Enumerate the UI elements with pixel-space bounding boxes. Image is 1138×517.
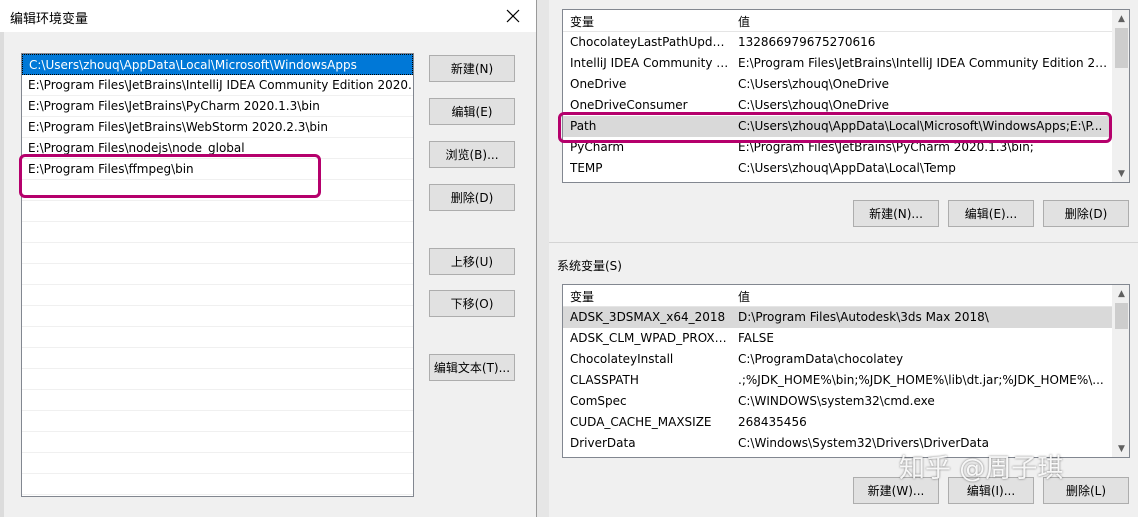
empty-path-row[interactable] [22,264,413,285]
var-name: DriverData [570,436,636,450]
table-row[interactable]: ChocolateyLastPathUpdate 1328669796752706… [563,32,1129,53]
table-row[interactable]: ChocolateyInstall C:\ProgramData\chocolat… [563,349,1129,370]
scroll-thumb[interactable] [1115,28,1128,68]
edit-path-button[interactable]: 编辑(E) [429,98,515,125]
environment-variables-panel: 变量 值 ChocolateyLastPathUpdate 13286697967… [537,0,1138,517]
table-row[interactable]: IntelliJ IDEA Community E... E:\Program F… [563,53,1129,74]
table-row-selected[interactable]: ADSK_3DSMAX_x64_2018 D:\Program Files\Aut… [563,307,1129,328]
browse-button[interactable]: 浏览(B)... [429,141,515,168]
empty-path-row[interactable] [22,432,413,453]
var-name: CLASSPATH [570,373,639,387]
delete-path-button[interactable]: 删除(D) [429,184,515,211]
dialog-title: 编辑环境变量 [10,12,89,27]
table-row-selected[interactable]: Path C:\Users\zhouq\AppData\Local\Microso… [563,116,1129,137]
system-vars-scrollbar[interactable]: ▲ ▼ [1112,285,1129,457]
path-item[interactable]: E:\Program Files\JetBrains\PyCharm 2020.… [22,96,413,117]
path-item[interactable]: E:\Program Files\JetBrains\IntelliJ IDEA… [22,75,413,96]
new-path-button[interactable]: 新建(N) [429,55,515,82]
var-value: .;%JDK_HOME%\bin;%JDK_HOME%\lib\dt.jar;%… [738,373,1104,387]
path-list[interactable]: C:\Users\zhouq\AppData\Local\Microsoft\W… [21,53,414,497]
scroll-down-icon[interactable]: ▼ [1113,165,1129,182]
col-header-name[interactable]: 变量 [570,13,594,30]
var-name: IntelliJ IDEA Community E... [570,56,730,70]
table-row[interactable]: OneDrive C:\Users\zhouq\OneDrive [563,74,1129,95]
path-item[interactable]: E:\Program Files\ffmpeg\bin [22,159,413,180]
col-header-name[interactable]: 变量 [570,288,594,305]
empty-path-row[interactable] [22,201,413,222]
var-name: OneDrive [570,77,627,91]
var-name: PyCharm [570,140,625,154]
table-row[interactable]: CUDA_CACHE_MAXSIZE 268435456 [563,412,1129,433]
edit-text-button[interactable]: 编辑文本(T)... [429,354,515,381]
move-down-button[interactable]: 下移(O) [429,290,515,317]
empty-path-row[interactable] [22,348,413,369]
user-variables-table[interactable]: 变量 值 ChocolateyLastPathUpdate 13286697967… [562,9,1130,183]
empty-path-row[interactable] [22,390,413,411]
var-value: C:\WINDOWS\system32\cmd.exe [738,394,935,408]
table-row[interactable]: PyCharm E:\Program Files\JetBrains\PyChar… [563,137,1129,158]
edit-env-var-dialog: 编辑环境变量 C:\Users\zhouq\AppData\Local\Micr… [0,0,537,517]
close-icon[interactable] [498,3,528,29]
var-value: C:\Users\zhouq\OneDrive [738,77,890,91]
system-variables-table[interactable]: 变量 值 ADSK_3DSMAX_x64_2018 D:\Program File… [562,284,1130,458]
var-name: Path [570,119,597,133]
empty-path-row[interactable] [22,306,413,327]
table-row[interactable]: TEMP C:\Users\zhouq\AppData\Local\Temp [563,158,1129,179]
var-name: TEMP [570,161,603,175]
empty-path-row[interactable] [22,411,413,432]
table-header: 变量 值 [563,285,1129,307]
col-header-value[interactable]: 值 [738,13,750,30]
user-new-button[interactable]: 新建(N)... [853,200,939,227]
user-vars-scrollbar[interactable]: ▲ ▼ [1112,10,1129,182]
watermark: 知乎 @周子琪 [899,454,1064,484]
table-row[interactable]: ComSpec C:\WINDOWS\system32\cmd.exe [563,391,1129,412]
table-row[interactable]: ADSK_CLM_WPAD_PROXY... FALSE [563,328,1129,349]
user-edit-button[interactable]: 编辑(E)... [948,200,1034,227]
scroll-thumb[interactable] [1115,303,1128,329]
var-value: C:\Users\zhouq\AppData\Local\Temp [738,161,956,175]
scroll-up-icon[interactable]: ▲ [1113,10,1129,27]
dialog-titlebar: 编辑环境变量 [0,0,536,32]
path-item[interactable]: E:\Program Files\JetBrains\WebStorm 2020… [22,117,413,138]
var-value: 268435456 [738,415,807,429]
group-separator [549,242,1138,243]
path-item[interactable]: C:\Users\zhouq\AppData\Local\Microsoft\W… [22,54,413,75]
col-header-value[interactable]: 值 [738,288,750,305]
var-value: 132866979675270616 [738,35,876,49]
var-name: ChocolateyInstall [570,352,674,366]
empty-path-row[interactable] [22,243,413,264]
var-value: E:\Program Files\JetBrains\PyCharm 2020.… [738,140,1034,154]
table-row[interactable]: CLASSPATH .;%JDK_HOME%\bin;%JDK_HOME%\lib… [563,370,1129,391]
var-value: E:\Program Files\JetBrains\IntelliJ IDEA… [738,56,1110,70]
panel-divider [537,0,549,517]
path-item[interactable]: E:\Program Files\nodejs\node_global [22,138,413,159]
empty-path-row[interactable] [22,453,413,474]
move-up-button[interactable]: 上移(U) [429,248,515,275]
scroll-down-icon[interactable]: ▼ [1113,440,1129,457]
var-name: ADSK_CLM_WPAD_PROXY... [570,331,730,345]
var-value: C:\ProgramData\chocolatey [738,352,904,366]
empty-path-row[interactable] [22,474,413,495]
var-value: C:\Users\zhouq\AppData\Local\Microsoft\W… [738,119,1103,133]
empty-path-row[interactable] [22,327,413,348]
empty-path-row[interactable] [22,222,413,243]
var-name: ChocolateyLastPathUpdate [570,35,730,49]
var-value: C:\Users\zhouq\OneDrive [738,98,890,112]
dialog-edge [0,32,4,517]
var-name: OneDriveConsumer [570,98,688,112]
empty-path-row[interactable] [22,180,413,201]
var-name: CUDA_CACHE_MAXSIZE [570,415,712,429]
scroll-up-icon[interactable]: ▲ [1113,285,1129,302]
var-name: ADSK_3DSMAX_x64_2018 [570,310,726,324]
user-delete-button[interactable]: 删除(D) [1043,200,1129,227]
var-name: ComSpec [570,394,627,408]
system-variables-label: 系统变量(S) [557,257,628,274]
table-row[interactable]: OneDriveConsumer C:\Users\zhouq\OneDrive [563,95,1129,116]
var-value: D:\Program Files\Autodesk\3ds Max 2018\ [738,310,989,324]
empty-path-row[interactable] [22,285,413,306]
table-header: 变量 值 [563,10,1129,32]
empty-path-row[interactable] [22,369,413,390]
var-value: FALSE [738,331,774,345]
